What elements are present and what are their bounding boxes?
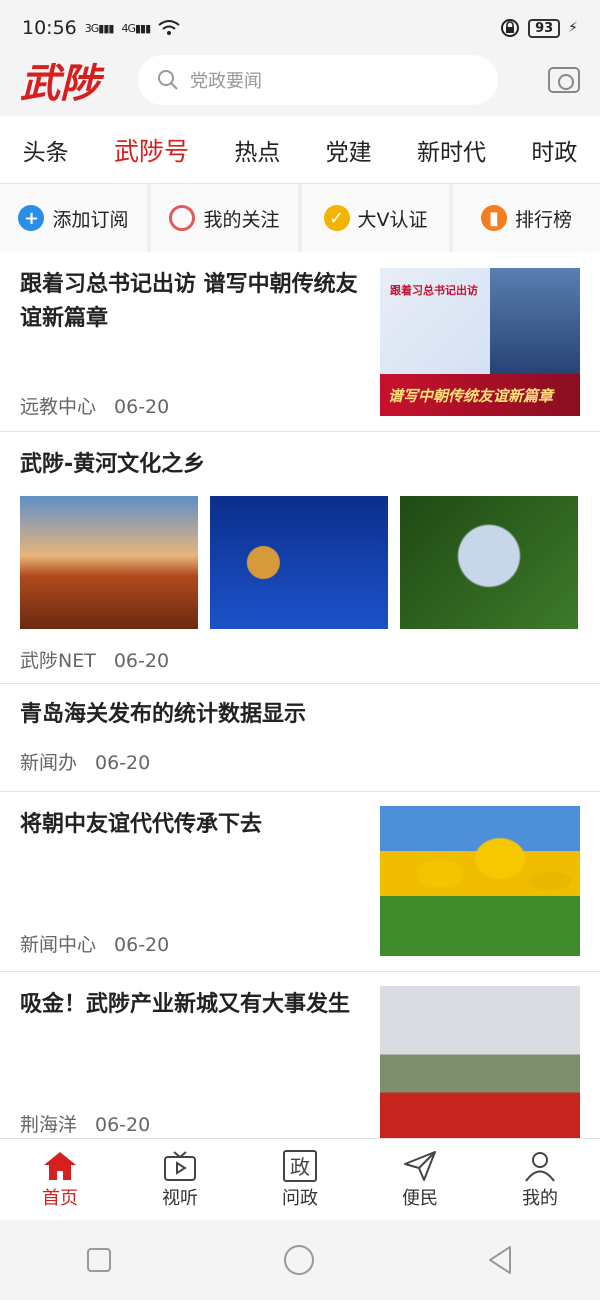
home-icon xyxy=(44,1151,76,1180)
add-subscription-button[interactable]: + 添加订阅 xyxy=(0,184,147,252)
article-item[interactable]: 吸金！武陟产业新城又有大事发生 荆海洋 06-20 xyxy=(0,972,600,1138)
camera-icon[interactable] xyxy=(548,67,580,93)
search-placeholder: 党政要闻 xyxy=(190,71,262,92)
article-source: 荆海洋 xyxy=(20,1114,78,1136)
nav-bianmin[interactable]: 便民 xyxy=(370,1150,470,1210)
zheng-icon: 政 xyxy=(283,1149,317,1182)
category-tabs: 头条 武陟号 热点 党建 新时代 时政 xyxy=(0,116,600,184)
ranking-button[interactable]: ▮ 排行榜 xyxy=(453,184,600,252)
article-title: 将朝中友谊代代传承下去 xyxy=(20,812,263,837)
charging-icon: ⚡ xyxy=(568,20,578,36)
article-image-hydrangea xyxy=(400,496,578,629)
article-title: 武陟-黄河文化之乡 xyxy=(20,452,206,477)
bar-chart-icon: ▮ xyxy=(480,205,507,231)
ranking-label: 排行榜 xyxy=(514,208,572,231)
article-source: 武陟NET xyxy=(20,650,96,672)
quick-actions: + 添加订阅 我的关注 ✓ 大V认证 ▮ 排行榜 xyxy=(0,184,600,252)
portrait-image xyxy=(490,268,580,388)
clock: 10:56 xyxy=(22,17,77,39)
add-subscription-label: 添加订阅 xyxy=(52,208,129,231)
article-title: 吸金！武陟产业新城又有大事发生 xyxy=(20,992,351,1017)
my-follows-label: 我的关注 xyxy=(203,208,280,231)
thumb-caption: 跟着习总书记出访 xyxy=(390,284,478,297)
article-image-tulips xyxy=(380,806,580,956)
search-icon xyxy=(158,70,178,90)
article-meta: 新闻办 06-20 xyxy=(20,748,168,775)
home-circle-icon[interactable] xyxy=(283,1244,315,1276)
article-date: 06-20 xyxy=(95,752,151,774)
my-follows-button[interactable]: 我的关注 xyxy=(151,184,298,252)
battery-indicator: 93 xyxy=(528,18,561,38)
lock-rotation-icon xyxy=(501,19,520,37)
search-input[interactable]: 党政要闻 xyxy=(138,55,498,105)
article-item[interactable]: 跟着习总书记出访 谱写中朝传统友谊新篇章 远教中心 06-20 跟着习总书记出访 … xyxy=(0,252,600,432)
article-date: 06-20 xyxy=(113,650,170,672)
app-header: 武陟 党政要闻 xyxy=(0,44,600,116)
nav-bianmin-label: 便民 xyxy=(402,1187,438,1209)
article-thumbnail: 跟着习总书记出访 谱写中朝传统友谊新篇章 xyxy=(380,268,580,416)
nav-mine-label: 我的 xyxy=(522,1187,558,1209)
article-date: 06-20 xyxy=(114,396,170,418)
nav-home[interactable]: 首页 xyxy=(10,1150,110,1210)
nav-av[interactable]: 视听 xyxy=(130,1150,230,1210)
article-date: 06-20 xyxy=(114,934,170,956)
app-logo: 武陟 xyxy=(20,60,100,107)
article-title: 跟着习总书记出访 谱写中朝传统友谊新篇章 xyxy=(20,272,358,331)
nav-wenzheng-label: 问政 xyxy=(282,1187,318,1209)
big-v-verify-button[interactable]: ✓ 大V认证 xyxy=(302,184,449,252)
article-date: 06-20 xyxy=(95,1114,151,1136)
tab-toutiao[interactable]: 头条 xyxy=(23,133,69,167)
article-source: 远教中心 xyxy=(20,396,97,418)
tab-dangjian[interactable]: 党建 xyxy=(326,133,372,167)
article-meta: 武陟NET 06-20 xyxy=(20,646,187,673)
article-image-industrial-park xyxy=(380,986,580,1138)
tab-shizheng[interactable]: 时政 xyxy=(531,133,577,167)
v-badge-icon: ✓ xyxy=(323,205,350,231)
signal-3g-icon: 3G▮▮▮ xyxy=(84,21,115,35)
article-image-desert xyxy=(20,496,198,629)
bottom-navigation: 首页 视听 政 问政 便民 我的 xyxy=(0,1138,600,1220)
circle-outline-icon xyxy=(169,205,196,231)
recents-icon[interactable] xyxy=(86,1247,112,1273)
back-icon[interactable] xyxy=(486,1245,514,1275)
article-item[interactable]: 将朝中友谊代代传承下去 新闻中心 06-20 xyxy=(0,792,600,972)
article-meta: 远教中心 06-20 xyxy=(20,392,187,419)
nav-home-label: 首页 xyxy=(42,1187,78,1209)
tab-redian[interactable]: 热点 xyxy=(234,133,280,167)
send-icon xyxy=(404,1150,436,1181)
wifi-icon xyxy=(158,20,180,35)
tab-xinshidai[interactable]: 新时代 xyxy=(417,133,486,167)
tv-icon xyxy=(164,1150,196,1181)
tab-wuzhihao[interactable]: 武陟号 xyxy=(114,132,189,168)
big-v-verify-label: 大V认证 xyxy=(357,208,428,231)
plus-circle-icon: + xyxy=(18,205,45,231)
article-item[interactable]: 青岛海关发布的统计数据显示 新闻办 06-20 xyxy=(0,684,600,792)
article-meta: 荆海洋 06-20 xyxy=(20,1110,168,1137)
signal-4g-icon: 4G▮▮▮ xyxy=(121,21,151,35)
thumb-slogan: 谱写中朝传统友谊新篇章 xyxy=(388,387,554,405)
article-meta: 新闻中心 06-20 xyxy=(20,930,187,957)
user-icon xyxy=(525,1151,555,1182)
nav-mine[interactable]: 我的 xyxy=(490,1150,590,1210)
nav-av-label: 视听 xyxy=(162,1187,198,1209)
article-title: 青岛海关发布的统计数据显示 xyxy=(20,702,307,727)
system-navigation-bar xyxy=(0,1220,600,1300)
article-source: 新闻办 xyxy=(20,752,78,774)
article-image-jellyfish xyxy=(210,496,388,629)
article-source: 新闻中心 xyxy=(20,934,97,956)
nav-wenzheng[interactable]: 政 问政 xyxy=(250,1149,350,1210)
article-item[interactable]: 武陟-黄河文化之乡 武陟NET 06-20 xyxy=(0,432,600,684)
